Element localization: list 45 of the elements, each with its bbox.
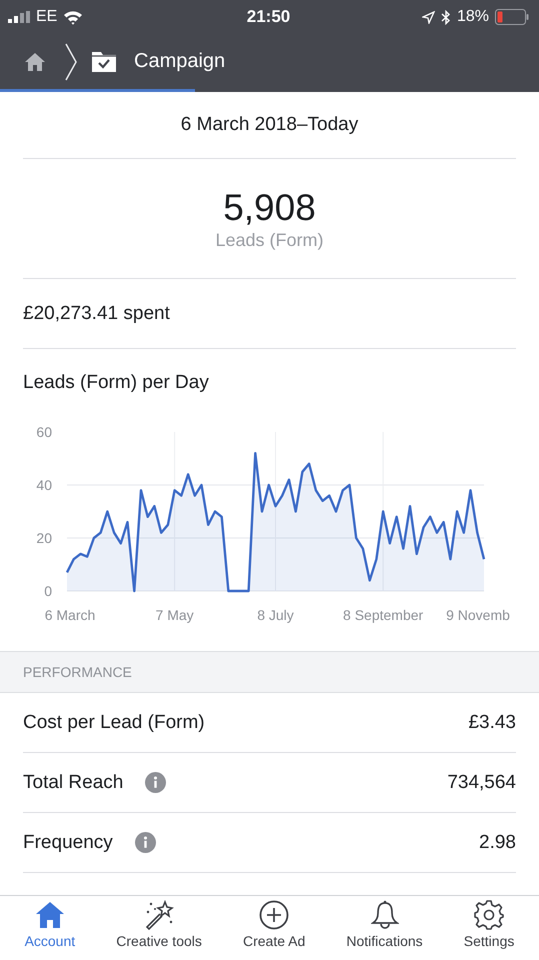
wifi-icon	[63, 10, 84, 24]
chevron-right-icon	[64, 42, 78, 80]
axis-label: 20	[36, 530, 52, 546]
bell-icon	[370, 900, 399, 930]
axis-label: 0	[44, 583, 52, 599]
axis-label: 7 May	[156, 607, 194, 623]
tab-bar-item[interactable]: Creative tools	[114, 896, 204, 960]
signal-icon	[8, 11, 30, 23]
metric-label: Frequency	[23, 832, 113, 854]
carrier-name: EE	[36, 8, 58, 26]
tab-bar-item[interactable]: Create Ad	[241, 896, 308, 960]
folder-check-icon	[92, 52, 116, 72]
tab-bar-item[interactable]: Settings	[462, 896, 516, 960]
metric-value: £3.43	[468, 712, 516, 734]
location-arrow-icon	[422, 10, 435, 24]
axis-label: 40	[36, 477, 52, 493]
battery-percent: 18%	[456, 8, 489, 26]
axis-label: 60	[36, 424, 52, 440]
battery-icon	[494, 9, 529, 25]
info-icon[interactable]	[134, 832, 156, 853]
clock-time: 21:50	[246, 7, 290, 27]
axis-label: 8 September	[343, 607, 424, 623]
chart-title: Leads (Form) per Day	[23, 372, 209, 394]
date-range: 6 March 2018–Today	[180, 114, 358, 136]
info-icon[interactable]	[145, 772, 166, 793]
add-circle-icon	[259, 900, 290, 930]
settings-icon	[474, 900, 504, 930]
result-count: 5,908	[223, 186, 316, 230]
page-title: Campaign	[134, 50, 226, 73]
result-label: Leads (Form)	[215, 230, 324, 251]
metric-value: 2.98	[479, 832, 516, 854]
section-heading: PERFORMANCE	[23, 664, 132, 680]
magic-wand-icon	[143, 900, 176, 930]
metric-value: 734,564	[447, 772, 516, 794]
tab-bar-item[interactable]: Notifications	[344, 896, 425, 960]
home-icon	[34, 900, 65, 930]
tab-bar-item[interactable]: Account	[22, 896, 78, 960]
metric-label: Total Reach	[23, 772, 124, 794]
home-icon[interactable]	[24, 52, 46, 72]
metric-label: Cost per Lead (Form)	[23, 712, 205, 734]
axis-label: 9 Novemb	[446, 607, 510, 623]
axis-label: 6 March	[44, 607, 96, 623]
axis-label: 8 July	[257, 607, 294, 623]
amount-spent: £20,273.41 spent	[23, 302, 170, 324]
bluetooth-icon	[440, 10, 451, 24]
